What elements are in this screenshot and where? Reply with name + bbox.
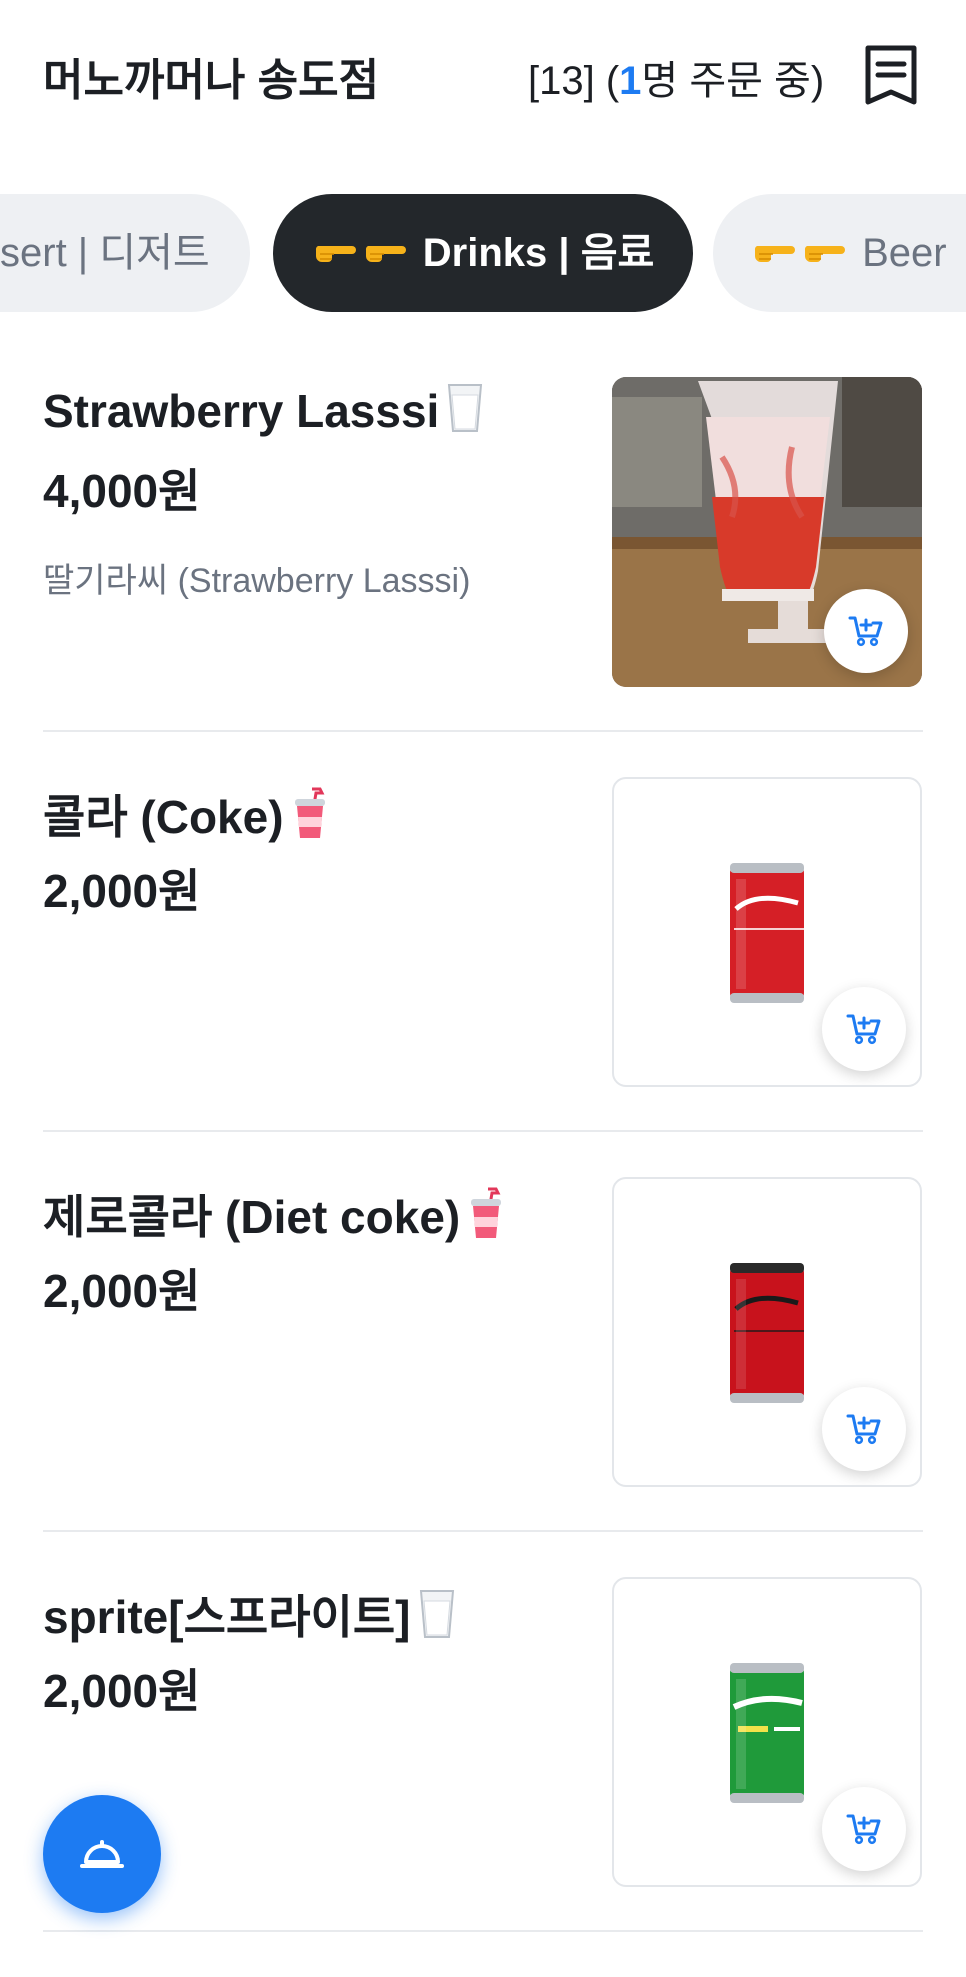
item-photo[interactable] — [612, 377, 922, 687]
add-to-cart-button[interactable] — [822, 1787, 906, 1871]
order-status-suffix: 명 주문 중) — [641, 59, 825, 103]
item-price: 4,000원 — [43, 465, 201, 517]
service-bell-icon — [80, 1840, 124, 1868]
glass-icon — [445, 381, 485, 435]
receipt-icon[interactable] — [862, 44, 920, 106]
add-cart-icon — [844, 1409, 884, 1449]
cup-with-straw-icon — [466, 1187, 506, 1241]
add-to-cart-button[interactable] — [822, 1387, 906, 1471]
item-name: 콜라 (Coke) — [43, 781, 330, 847]
item-price: 2,000원 — [43, 1265, 201, 1317]
item-price: 2,000원 — [43, 1665, 201, 1717]
tab-drinks[interactable]: Drinks | 음료 — [273, 194, 693, 312]
tab-dessert[interactable]: sert | 디저트 — [0, 194, 250, 312]
item-photo[interactable] — [612, 1177, 922, 1487]
add-cart-icon — [844, 1009, 884, 1049]
divider — [43, 730, 923, 732]
call-staff-button[interactable] — [43, 1795, 161, 1913]
menu-item[interactable]: 콜라 (Coke) 2,000원 — [43, 777, 923, 1177]
item-name: Strawberry Lasssi — [43, 381, 485, 438]
item-photo[interactable] — [612, 1577, 922, 1887]
category-tabs: sert | 디저트 Drinks | 음료 Beer — [0, 194, 966, 314]
tab-beer[interactable]: Beer — [713, 194, 966, 312]
order-status: [13] (1명 주문 중) — [528, 48, 824, 106]
menu-item[interactable]: sprite[스프라이트] 2,000원 — [43, 1577, 923, 1977]
divider — [43, 1530, 923, 1532]
item-photo[interactable] — [612, 777, 922, 1087]
item-name: 제로콜라 (Diet coke) — [43, 1181, 506, 1247]
store-name: 머노까머나 송도점 — [43, 56, 380, 105]
add-to-cart-button[interactable] — [824, 589, 908, 673]
item-price: 2,000원 — [43, 865, 201, 917]
tab-label: sert | 디저트 — [0, 231, 210, 275]
add-to-cart-button[interactable] — [822, 987, 906, 1071]
pointing-hand-icon — [751, 232, 801, 272]
item-name: sprite[스프라이트] — [43, 1581, 457, 1647]
divider — [43, 1130, 923, 1132]
pointing-hand-icon — [362, 232, 412, 272]
tab-label: Drinks | 음료 — [422, 231, 655, 275]
pointing-hand-icon — [801, 232, 851, 272]
item-description: 딸기라씨 (Strawberry Lasssi) — [43, 562, 471, 600]
add-cart-icon — [844, 1809, 884, 1849]
cup-with-straw-icon — [290, 787, 330, 841]
table-number: [13] ( — [528, 59, 620, 103]
header: 머노까머나 송도점 [13] (1명 주문 중) — [0, 0, 966, 150]
glass-icon — [417, 1587, 457, 1641]
tab-label: Beer — [862, 231, 947, 275]
divider — [43, 1930, 923, 1932]
pointing-hand-icon — [312, 232, 362, 272]
menu-item[interactable]: 제로콜라 (Diet coke) 2,000원 — [43, 1177, 923, 1577]
menu-item[interactable]: Strawberry Lasssi 4,000원 딸기라씨 (Strawberr… — [43, 377, 923, 777]
add-cart-icon — [846, 611, 886, 651]
order-count: 1 — [619, 59, 642, 103]
